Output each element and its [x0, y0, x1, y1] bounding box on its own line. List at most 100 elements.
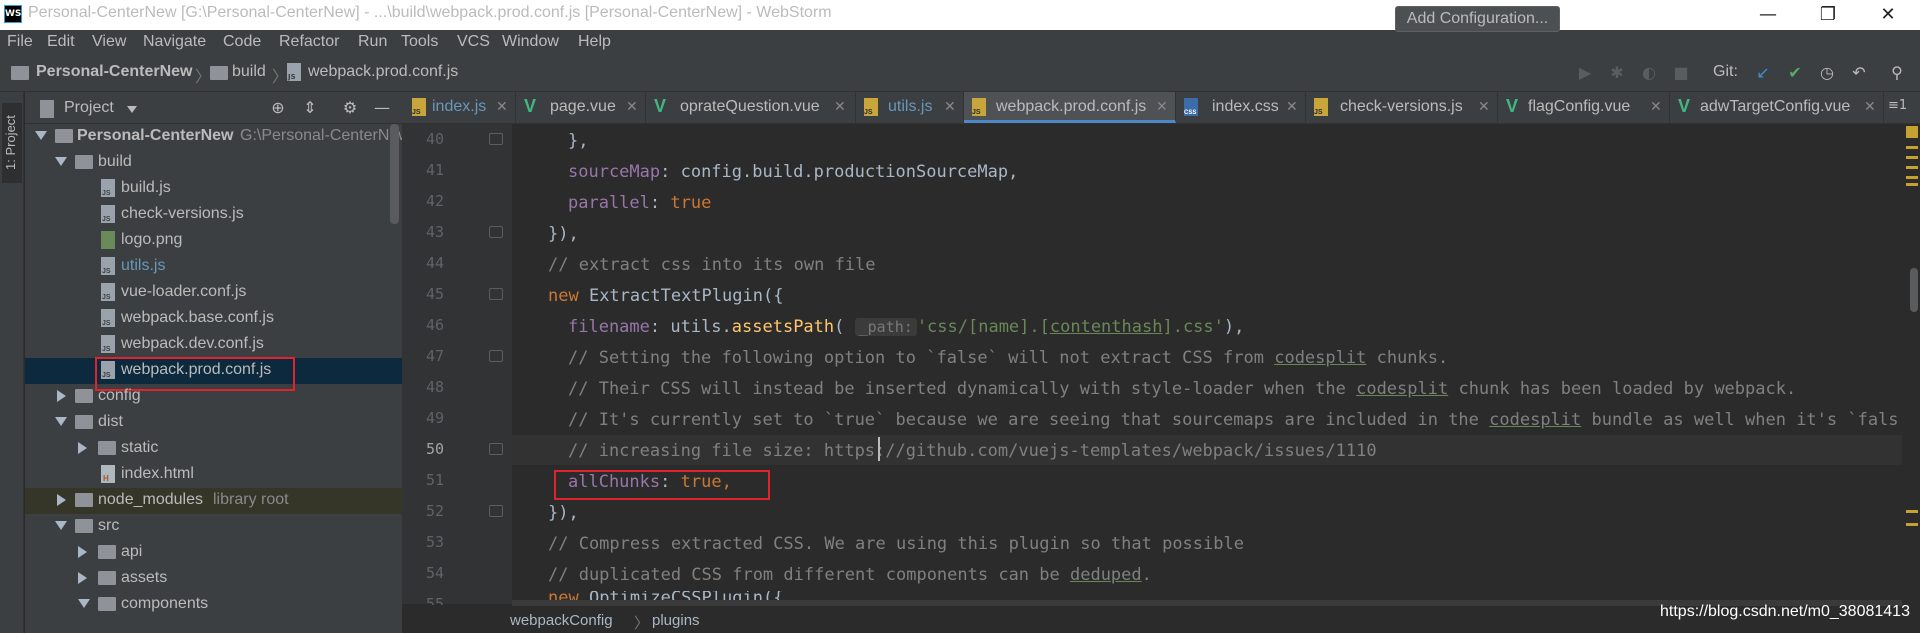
fold-marker-icon[interactable]	[489, 443, 503, 455]
menu-tools[interactable]: Tools	[401, 33, 438, 51]
tab-index-js[interactable]: index.js ✕	[404, 92, 516, 123]
stop-icon[interactable]: ■	[1671, 63, 1691, 83]
warning-icon[interactable]	[1906, 126, 1918, 138]
close-icon[interactable]: ✕	[1864, 98, 1876, 115]
chevron-right-icon[interactable]	[57, 494, 66, 506]
crumb-build[interactable]: build	[232, 63, 266, 81]
fold-marker-icon[interactable]	[489, 505, 503, 517]
project-tool-label[interactable]: 1: Project	[3, 108, 18, 170]
code-line-55[interactable]: new OptimizeCSSPlugin({	[548, 591, 783, 600]
tab-utils-js[interactable]: utils.js ✕	[856, 92, 964, 123]
tree-item-file[interactable]: webpack.dev.conf.js	[25, 332, 402, 358]
menu-view[interactable]: View	[92, 33, 126, 51]
tab-check-versions-js[interactable]: check-versions.js ✕	[1306, 92, 1498, 123]
tab-page-vue[interactable]: V page.vue ✕	[516, 92, 646, 123]
tab-flagconfig-vue[interactable]: V flagConfig.vue ✕	[1498, 92, 1670, 123]
tree-item-assets[interactable]: assets	[25, 566, 402, 592]
code-line-42[interactable]: parallel: true	[568, 188, 711, 218]
tree-item-static[interactable]: static	[25, 436, 402, 462]
close-button[interactable]: ✕	[1860, 0, 1916, 30]
close-icon[interactable]: ✕	[834, 98, 846, 115]
code-line-41[interactable]: sourceMap: config.build.productionSource…	[568, 157, 1018, 187]
menu-window[interactable]: Window	[502, 33, 559, 51]
code-line-45[interactable]: new ExtractTextPlugin({	[548, 281, 783, 311]
code-line-53[interactable]: // Compress extracted CSS. We are using …	[548, 529, 1244, 559]
code-line-54[interactable]: // duplicated CSS from different compone…	[548, 560, 1152, 590]
tree-item-file[interactable]: webpack.base.conf.js	[25, 306, 402, 332]
minimize-button[interactable]: —	[1740, 0, 1796, 30]
chevron-down-icon[interactable]	[55, 417, 67, 426]
locate-icon[interactable]: ⊕	[268, 98, 288, 118]
chevron-right-icon[interactable]	[57, 390, 66, 402]
code-line-47[interactable]: // Setting the following option to `fals…	[568, 343, 1448, 373]
crumb-file[interactable]: webpack.prod.conf.js	[308, 63, 458, 81]
chevron-right-icon[interactable]	[78, 442, 87, 454]
chevron-down-icon[interactable]	[35, 131, 47, 140]
chevron-down-icon[interactable]	[55, 521, 67, 530]
tree-item-api[interactable]: api	[25, 540, 402, 566]
debug-icon[interactable]: ✱	[1607, 63, 1627, 83]
project-view-selector[interactable]: Project	[64, 99, 114, 117]
tree-item-file[interactable]: build.js	[25, 176, 402, 202]
tab-overflow-menu[interactable]: ≡1	[1888, 98, 1907, 113]
close-icon[interactable]: ✕	[496, 98, 508, 115]
marker-stripe[interactable]	[1906, 183, 1918, 186]
tree-item-file[interactable]: vue-loader.conf.js	[25, 280, 402, 306]
restore-button[interactable]: ❐	[1800, 0, 1856, 30]
code-line-49[interactable]: // It's currently set to `true` because …	[568, 405, 1898, 435]
chevron-down-icon[interactable]	[55, 157, 67, 166]
tab-index-css[interactable]: index.css ✕	[1176, 92, 1306, 123]
close-icon[interactable]: ✕	[1650, 98, 1662, 115]
project-scrollbar[interactable]	[390, 124, 399, 224]
vcs-update-icon[interactable]: ↙	[1753, 63, 1773, 83]
editor-marker-bar[interactable]	[1902, 124, 1920, 604]
add-configuration-button[interactable]: Add Configuration...	[1395, 6, 1560, 32]
close-icon[interactable]: ✕	[1286, 98, 1298, 115]
marker-stripe[interactable]	[1906, 523, 1918, 526]
menu-help[interactable]: Help	[578, 33, 611, 51]
close-icon[interactable]: ✕	[1478, 98, 1490, 115]
chevron-down-icon[interactable]	[78, 599, 90, 608]
tab-opratequestion-vue[interactable]: V oprateQuestion.vue ✕	[646, 92, 856, 123]
menu-navigate[interactable]: Navigate	[143, 33, 206, 51]
tree-item-project-root[interactable]: Personal-CenterNew G:\Personal-CenterNew	[25, 124, 410, 150]
run-icon[interactable]: ▶	[1575, 63, 1595, 83]
coverage-icon[interactable]: ◐	[1639, 63, 1659, 83]
close-icon[interactable]: ✕	[944, 98, 956, 115]
code-line-50[interactable]: // increasing file size: https://github.…	[568, 436, 1377, 466]
tree-item-file[interactable]: utils.js	[25, 254, 402, 280]
breadcrumb-item[interactable]: plugins	[652, 612, 700, 629]
gear-icon[interactable]: ⚙	[340, 98, 360, 118]
search-icon[interactable]: ⚲	[1887, 63, 1907, 83]
tree-item-dist[interactable]: dist	[25, 410, 402, 436]
collapse-all-icon[interactable]: ⇕	[300, 98, 320, 118]
marker-stripe[interactable]	[1906, 510, 1918, 513]
code-line-52[interactable]: }),	[548, 498, 579, 528]
fold-marker-icon[interactable]	[489, 226, 503, 238]
vcs-commit-icon[interactable]: ✔	[1785, 63, 1805, 83]
menu-run[interactable]: Run	[358, 33, 387, 51]
fold-marker-icon[interactable]	[489, 350, 503, 362]
fold-marker-icon[interactable]	[489, 288, 503, 300]
code-line-44[interactable]: // extract css into its own file	[548, 250, 876, 280]
tree-item-components[interactable]: components	[25, 592, 402, 618]
history-icon[interactable]: ◷	[1817, 63, 1837, 83]
code-line-46[interactable]: filename: utils.assetsPath( _path:'css/[…	[568, 312, 1244, 342]
menu-code[interactable]: Code	[223, 33, 261, 51]
hide-panel-icon[interactable]: —	[372, 98, 392, 118]
tab-adwtargetconfig-vue[interactable]: V adwTargetConfig.vue ✕	[1670, 92, 1884, 123]
chevron-right-icon[interactable]	[78, 572, 87, 584]
crumb-project[interactable]: Personal-CenterNew	[36, 63, 193, 81]
tab-webpack-prod-conf-js[interactable]: webpack.prod.conf.js ✕	[964, 92, 1176, 123]
code-line-43[interactable]: }),	[548, 219, 579, 249]
marker-stripe[interactable]	[1906, 146, 1918, 149]
marker-stripe[interactable]	[1906, 166, 1918, 169]
breadcrumb-item[interactable]: webpackConfig	[510, 612, 613, 629]
menu-file[interactable]: File	[7, 33, 33, 51]
marker-stripe[interactable]	[1906, 156, 1918, 159]
tree-item-config[interactable]: config	[25, 384, 402, 410]
revert-icon[interactable]: ↶	[1849, 63, 1869, 83]
close-icon[interactable]: ✕	[1156, 98, 1168, 115]
chevron-down-icon[interactable]	[127, 106, 137, 113]
code-line-48[interactable]: // Their CSS will instead be inserted dy…	[568, 374, 1796, 404]
